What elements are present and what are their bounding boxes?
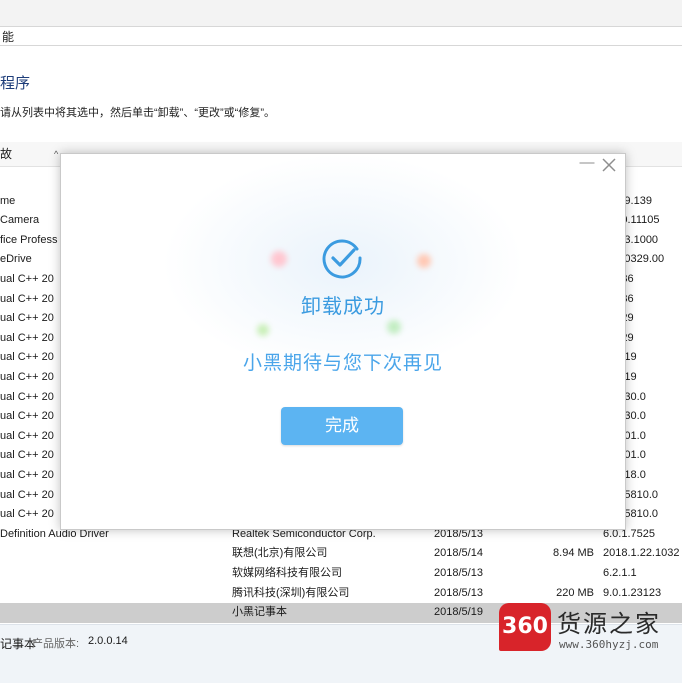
close-icon bbox=[602, 158, 616, 172]
program-size: 220 MB bbox=[556, 586, 594, 599]
program-name: ual C++ 20 bbox=[0, 449, 54, 462]
program-name: fice Profess bbox=[0, 233, 58, 246]
watermark-url: www.360hyzj.com bbox=[559, 638, 659, 651]
decor-dot bbox=[271, 251, 287, 267]
program-install-date: 2018/5/19 bbox=[434, 606, 483, 619]
program-name: ual C++ 20 bbox=[0, 312, 54, 325]
program-version: 9.0.1.23123 bbox=[603, 586, 662, 599]
uninstall-success-dialog: — 卸载成功 小黑期待与您下次再见 完成 bbox=[60, 153, 626, 530]
program-name: ual C++ 20 bbox=[0, 488, 54, 501]
program-name: ual C++ 20 bbox=[0, 390, 54, 403]
program-publisher: 腾讯科技(深圳)有限公司 bbox=[232, 586, 350, 599]
decor-dot bbox=[417, 254, 431, 268]
program-name: ual C++ 20 bbox=[0, 410, 54, 423]
program-row[interactable]: 腾讯科技(深圳)有限公司 2018/5/13 220 MB 9.0.1.23123 bbox=[0, 584, 682, 604]
window-top-bar bbox=[0, 0, 682, 26]
watermark-logo: 360 bbox=[499, 603, 551, 651]
program-name: ual C++ 20 bbox=[0, 351, 54, 364]
program-name: ual C++ 20 bbox=[0, 371, 54, 383]
program-name: ual C++ 20 bbox=[0, 331, 54, 344]
program-name: me bbox=[0, 194, 16, 207]
program-name: ual C++ 20 bbox=[0, 429, 54, 442]
program-version: 6.2.1.1 bbox=[603, 567, 637, 579]
program-publisher: 小黑记事本 bbox=[232, 606, 287, 619]
program-install-date: 2018/5/13 bbox=[434, 586, 483, 599]
program-size: 8.94 MB bbox=[553, 547, 594, 560]
column-header-name[interactable]: 故 bbox=[0, 142, 12, 166]
instruction-text: 请从列表中将其选中，然后单击“卸载”、“更改”或“修复”。 bbox=[0, 107, 275, 119]
close-button[interactable] bbox=[600, 156, 618, 174]
decor-dot bbox=[387, 320, 401, 334]
success-check-icon bbox=[322, 239, 362, 279]
sort-arrow-icon: ^ bbox=[54, 149, 59, 159]
program-publisher: 软媒网络科技有限公司 bbox=[232, 567, 342, 579]
program-name: ual C++ 20 bbox=[0, 292, 54, 305]
program-name: ual C++ 20 bbox=[0, 273, 54, 285]
success-message: 卸载成功 bbox=[301, 296, 385, 318]
dialog-background-glow bbox=[61, 154, 625, 529]
details-program-name: 记事本 bbox=[0, 637, 37, 651]
program-row[interactable]: 软媒网络科技有限公司 2018/5/13 6.2.1.1 bbox=[0, 564, 682, 584]
program-name: ual C++ 20 bbox=[0, 508, 54, 521]
program-install-date: 2018/5/13 bbox=[434, 567, 483, 579]
details-version-value: 2.0.0.14 bbox=[88, 635, 128, 647]
program-row[interactable]: 联想(北京)有限公司 2018/5/14 8.94 MB 2018.1.22.1032 bbox=[0, 544, 682, 564]
decor-dot bbox=[257, 324, 269, 336]
done-button[interactable]: 完成 bbox=[281, 407, 403, 445]
details-version-label: 产品版本: bbox=[32, 638, 80, 650]
minimize-button[interactable]: — bbox=[579, 155, 595, 172]
farewell-message: 小黑期待与您下次再见 bbox=[242, 353, 443, 374]
program-install-date: 2018/5/14 bbox=[434, 547, 483, 560]
watermark-text: 货源之家 bbox=[557, 610, 661, 638]
program-publisher: 联想(北京)有限公司 bbox=[232, 547, 328, 560]
address-bar[interactable]: 能 bbox=[0, 26, 682, 46]
program-version: 2018.1.22.1032 bbox=[603, 547, 680, 560]
address-text: 能 bbox=[2, 30, 15, 44]
page-heading: 程序 bbox=[0, 75, 31, 92]
program-name: Camera bbox=[0, 214, 40, 227]
program-name: eDrive bbox=[0, 253, 32, 266]
program-name: ual C++ 20 bbox=[0, 469, 54, 481]
